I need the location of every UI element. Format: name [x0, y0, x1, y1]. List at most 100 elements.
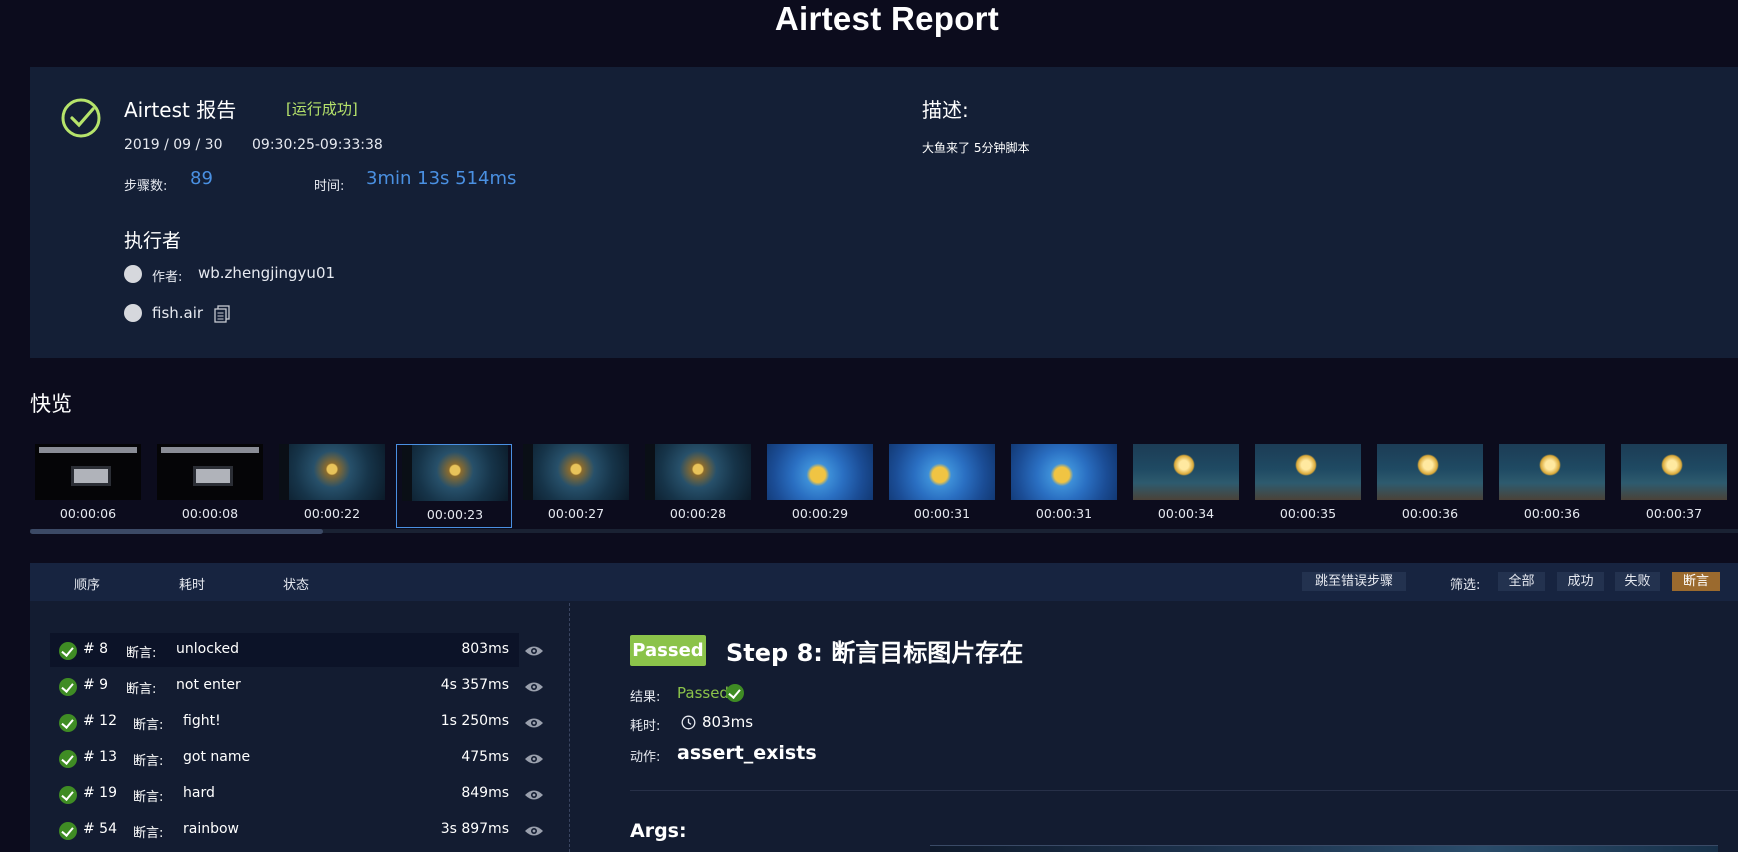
eye-icon[interactable] [524, 789, 544, 801]
step-row[interactable]: # 12 断言: fight! 1s 250ms [50, 705, 519, 739]
eye-icon[interactable] [524, 753, 544, 765]
step-duration: 803ms [461, 641, 509, 657]
filter-button[interactable]: 失败 [1615, 572, 1660, 591]
jump-to-error-button[interactable]: 跳至错误步骤 [1302, 572, 1406, 591]
thumbnail-time: 00:00:28 [669, 506, 727, 521]
thumbnail[interactable]: 00:00:08 [152, 444, 268, 528]
thumbnail[interactable]: 00:00:36 [1372, 444, 1488, 528]
author-label: 作者: [152, 270, 183, 285]
step-number: # 54 [83, 821, 117, 837]
step-kind: 断言: [133, 718, 164, 733]
steps-label: 步骤数: [124, 179, 168, 194]
step-duration: 849ms [461, 785, 509, 801]
thumbnail-time: 00:00:37 [1645, 506, 1703, 521]
thumbnail[interactable]: 00:00:29 [762, 444, 878, 528]
step-kind: 断言: [133, 754, 164, 769]
copy-icon[interactable] [214, 305, 230, 323]
filter-label: 筛选: [1450, 578, 1481, 593]
thumbnail-time: 00:00:27 [547, 506, 605, 521]
step-text: hard [183, 785, 215, 801]
thumbnail[interactable]: 00:00:06 [30, 444, 146, 528]
thumbnail-time: 00:00:22 [303, 506, 361, 521]
thumbnail-time: 00:00:31 [913, 506, 971, 521]
thumbnail[interactable]: 00:00:35 [1250, 444, 1366, 528]
thumbnail-image [279, 444, 385, 500]
thumbnail-image [1621, 444, 1727, 500]
thumbnail-time: 00:00:31 [1035, 506, 1093, 521]
thumbnail-time: 00:00:08 [181, 506, 239, 521]
eye-icon[interactable] [524, 825, 544, 837]
thumbnail-time: 00:00:34 [1157, 506, 1215, 521]
success-check-icon [59, 678, 77, 696]
step-text: got name [183, 749, 251, 765]
thumbnail[interactable]: 00:00:34 [1128, 444, 1244, 528]
step-text: fight! [183, 713, 221, 729]
step-number: # 8 [83, 641, 109, 657]
step-number: # 9 [83, 677, 109, 693]
run-date: 2019 / 09 / 30 [124, 137, 223, 153]
sort-duration-tab[interactable]: 耗时 [179, 574, 205, 593]
step-text: rainbow [183, 821, 239, 837]
thumbnail-time: 00:00:36 [1401, 506, 1459, 521]
quick-view-title: 快览 [30, 392, 72, 416]
filter-button[interactable]: 断言 [1672, 572, 1720, 591]
step-kind: 断言: [133, 826, 164, 841]
step-kind: 断言: [126, 682, 157, 697]
eye-icon[interactable] [524, 645, 544, 657]
summary-panel: Airtest 报告 [运行成功] 2019 / 09 / 30 09:30:2… [30, 67, 1738, 358]
thumbnail[interactable]: 00:00:22 [274, 444, 390, 528]
thumbnail-image [1133, 444, 1239, 500]
clock-icon [681, 715, 696, 730]
detail-divider [630, 790, 1738, 791]
thumbnail[interactable]: 00:00:37 [1616, 444, 1732, 528]
step-number: # 13 [83, 749, 117, 765]
step-row[interactable]: # 54 断言: rainbow 3s 897ms [50, 813, 519, 847]
filter-button[interactable]: 全部 [1498, 572, 1545, 591]
success-check-icon [59, 642, 77, 660]
run-time-range: 09:30:25-09:33:38 [252, 137, 383, 153]
steps-count: 89 [190, 168, 213, 189]
eye-icon[interactable] [524, 681, 544, 693]
thumbnail-image [1011, 444, 1117, 500]
thumbnail[interactable]: 00:00:36 [1494, 444, 1610, 528]
elapsed-value: 803ms [702, 713, 754, 731]
author-dot-icon [124, 265, 142, 283]
step-text: not enter [176, 677, 241, 693]
thumbnail-image [35, 444, 141, 500]
thumbnail-strip: 00:00:06 00:00:08 00:00:22 00:00:23 00:00:27… [30, 444, 1738, 528]
step-list-divider [569, 603, 570, 852]
thumbnail[interactable]: 00:00:31 [884, 444, 1000, 528]
thumbnail-image [1499, 444, 1605, 500]
result-value: Passed [677, 684, 729, 702]
thumbnail[interactable]: 00:00:31 [1006, 444, 1122, 528]
action-value: assert_exists [677, 742, 817, 764]
thumbnail[interactable]: 00:00:28 [640, 444, 756, 528]
step-title: Step 8: 断言目标图片存在 [726, 639, 1024, 667]
thumbnail-image [157, 444, 263, 500]
step-kind: 断言: [133, 790, 164, 805]
sort-order-tab[interactable]: 顺序 [74, 574, 100, 593]
duration-label: 时间: [314, 179, 345, 194]
thumbnail-image [402, 445, 508, 501]
args-heading: Args: [630, 820, 687, 842]
step-row[interactable]: # 9 断言: not enter 4s 357ms [50, 669, 519, 703]
thumbnail-image [767, 444, 873, 500]
step-row[interactable]: # 13 断言: got name 475ms [50, 741, 519, 775]
report-name: Airtest 报告 [124, 98, 237, 122]
sort-status-tab[interactable]: 状态 [283, 574, 309, 593]
thumbnail[interactable]: 00:00:27 [518, 444, 634, 528]
step-text: unlocked [176, 641, 240, 657]
action-label: 动作: [630, 750, 661, 765]
thumbnail[interactable]: 00:00:23 [396, 444, 512, 528]
thumbnail-time: 00:00:29 [791, 506, 849, 521]
eye-icon[interactable] [524, 717, 544, 729]
run-status: [运行成功] [286, 100, 358, 118]
success-check-icon [59, 750, 77, 768]
scrollbar-thumb[interactable] [30, 529, 323, 534]
result-check-icon [726, 684, 744, 702]
filter-button[interactable]: 成功 [1557, 572, 1604, 591]
success-check-icon [59, 786, 77, 804]
step-row[interactable]: # 8 断言: unlocked 803ms [50, 633, 519, 667]
step-row[interactable]: # 19 断言: hard 849ms [50, 777, 519, 811]
step-kind: 断言: [126, 646, 157, 661]
